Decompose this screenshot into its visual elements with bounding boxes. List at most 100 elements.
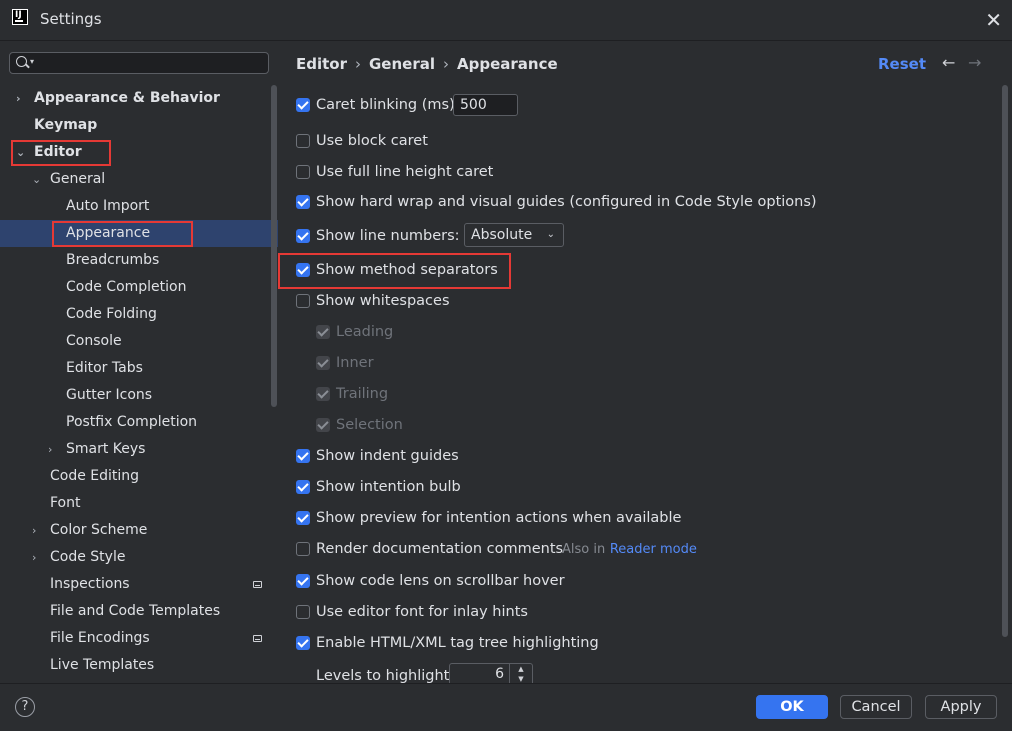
highlight-box-method-separators — [278, 253, 511, 289]
tree-item-keymap[interactable]: Keymap — [34, 112, 97, 139]
tree-item-label: Auto Import — [66, 198, 150, 214]
chevron-right-icon[interactable]: › — [16, 85, 21, 112]
indent-guides-checkbox[interactable] — [296, 449, 310, 463]
tree-item-label: General — [50, 171, 106, 187]
chevron-down-icon: ⌄ — [546, 229, 555, 240]
tree-item-code-folding[interactable]: Code Folding — [66, 301, 157, 328]
block-caret-checkbox[interactable] — [296, 134, 310, 148]
tree-item-code-completion[interactable]: Code Completion — [66, 274, 186, 301]
reset-link[interactable]: Reset — [878, 55, 926, 73]
tree-item-font[interactable]: Font — [50, 490, 80, 517]
option-label: Show hard wrap and visual guides (config… — [316, 194, 817, 210]
tree-item-label: Console — [66, 333, 122, 349]
line-numbers-checkbox[interactable] — [296, 229, 310, 243]
highlight-box-editor — [11, 140, 111, 166]
content-scrollbar[interactable] — [1002, 85, 1008, 637]
breadcrumb-editor[interactable]: Editor — [296, 55, 347, 73]
option-label: Trailing — [336, 386, 389, 402]
search-icon — [16, 56, 27, 67]
chevron-down-icon[interactable]: ⌄ — [32, 166, 41, 193]
tree-item-label: Gutter Icons — [66, 387, 153, 403]
full-line-height-checkbox[interactable] — [296, 165, 310, 179]
settings-content: Editor › General › Appearance Reset ← → Care… — [278, 41, 1012, 687]
option-label: Render documentation comments — [316, 541, 564, 557]
project-level-icon — [253, 581, 262, 588]
option-label: Selection — [336, 417, 403, 433]
option-label: Show indent guides — [316, 448, 459, 464]
tree-item-breadcrumbs[interactable]: Breadcrumbs — [66, 247, 159, 274]
breadcrumb: Editor › General › Appearance — [296, 55, 558, 73]
chevron-right-icon[interactable]: › — [48, 436, 52, 463]
cancel-button[interactable]: Cancel — [840, 695, 912, 719]
arrow-left-icon[interactable]: ← — [942, 53, 955, 72]
tree-item-label: Editor Tabs — [66, 360, 143, 376]
tree-item-editor-tabs[interactable]: Editor Tabs — [66, 355, 143, 382]
hard-wrap-checkbox[interactable] — [296, 195, 310, 209]
option-label: Leading — [336, 324, 394, 340]
tag-tree-checkbox[interactable] — [296, 636, 310, 650]
spinner-value: 6 — [495, 666, 504, 682]
chevron-right-icon[interactable]: › — [32, 544, 36, 571]
tree-item-label: Inspections — [50, 576, 130, 592]
option-label: Use block caret — [316, 133, 428, 149]
tree-item-color-scheme[interactable]: › Color Scheme — [32, 517, 147, 544]
tree-item-inspections[interactable]: Inspections — [50, 571, 130, 598]
ok-button[interactable]: OK — [756, 695, 828, 719]
tree-item-postfix-completion[interactable]: Postfix Completion — [66, 409, 197, 436]
tree-item-file-code-templates[interactable]: File and Code Templates — [50, 598, 220, 625]
option-label: Use full line height caret — [316, 164, 494, 180]
option-label: Show line numbers: — [316, 228, 460, 244]
render-docs-checkbox[interactable] — [296, 542, 310, 556]
option-label: Levels to highlight: — [316, 668, 455, 684]
caret-blinking-field[interactable]: 500 — [453, 94, 518, 116]
tree-item-general[interactable]: ⌄ General — [32, 166, 106, 193]
tree-item-label: File and Code Templates — [50, 603, 221, 619]
intention-bulb-checkbox[interactable] — [296, 480, 310, 494]
tree-item-label: Keymap — [34, 117, 98, 133]
tree-item-label: Appearance & Behavior — [34, 90, 220, 106]
close-icon[interactable]: ✕ — [985, 8, 1002, 32]
tree-item-appearance-behavior[interactable]: › Appearance & Behavior — [16, 85, 220, 112]
tree-item-live-templates[interactable]: Live Templates — [50, 652, 154, 679]
tree-item-console[interactable]: Console — [66, 328, 122, 355]
preview-intention-checkbox[interactable] — [296, 511, 310, 525]
tree-item-auto-import[interactable]: Auto Import — [66, 193, 149, 220]
sidebar-scrollbar[interactable] — [271, 85, 277, 407]
breadcrumb-general[interactable]: General — [369, 55, 435, 73]
tree-item-label: Postfix Completion — [66, 414, 198, 430]
tree-item-file-encodings[interactable]: File Encodings — [50, 625, 150, 652]
reader-mode-link[interactable]: Reader mode — [610, 542, 697, 557]
option-label: Enable HTML/XML tag tree highlighting — [316, 635, 599, 651]
option-label: Show preview for intention actions when … — [316, 510, 682, 526]
tree-item-label: Code Style — [50, 549, 126, 565]
code-lens-checkbox[interactable] — [296, 574, 310, 588]
title-bar: IJ Settings ✕ — [0, 0, 1012, 41]
arrow-right-icon[interactable]: → — [968, 53, 981, 72]
editor-font-inlay-checkbox[interactable] — [296, 605, 310, 619]
select-value: Absolute — [471, 227, 533, 243]
tree-item-label: Code Folding — [66, 306, 157, 322]
breadcrumb-appearance: Appearance — [457, 55, 558, 73]
window-title: Settings — [40, 10, 102, 28]
tree-item-label: Code Completion — [66, 279, 187, 295]
chevron-right-icon[interactable]: › — [32, 517, 36, 544]
caret-blinking-checkbox[interactable] — [296, 98, 310, 112]
tree-item-code-editing[interactable]: Code Editing — [50, 463, 139, 490]
intellij-icon: IJ — [12, 9, 28, 25]
tree-item-code-style[interactable]: › Code Style — [32, 544, 126, 571]
tree-item-label: Live Templates — [50, 657, 155, 673]
help-icon[interactable]: ? — [15, 697, 35, 717]
apply-button[interactable]: Apply — [925, 695, 997, 719]
tree-item-smart-keys[interactable]: › Smart Keys — [48, 436, 146, 463]
tree-item-label: Breadcrumbs — [66, 252, 160, 268]
tree-item-gutter-icons[interactable]: Gutter Icons — [66, 382, 152, 409]
trailing-checkbox — [316, 387, 330, 401]
line-numbers-select[interactable]: Absolute ⌄ — [464, 223, 564, 247]
whitespaces-checkbox[interactable] — [296, 294, 310, 308]
search-input[interactable]: ▾ — [9, 52, 269, 74]
settings-sidebar: ▾ › Appearance & Behavior Keymap ⌄ Edito… — [0, 41, 280, 683]
render-docs-note: Also in Reader mode — [562, 538, 697, 560]
highlight-box-appearance — [52, 221, 193, 247]
tree-item-label: Smart Keys — [66, 441, 146, 457]
note-text: Also in — [562, 542, 606, 557]
